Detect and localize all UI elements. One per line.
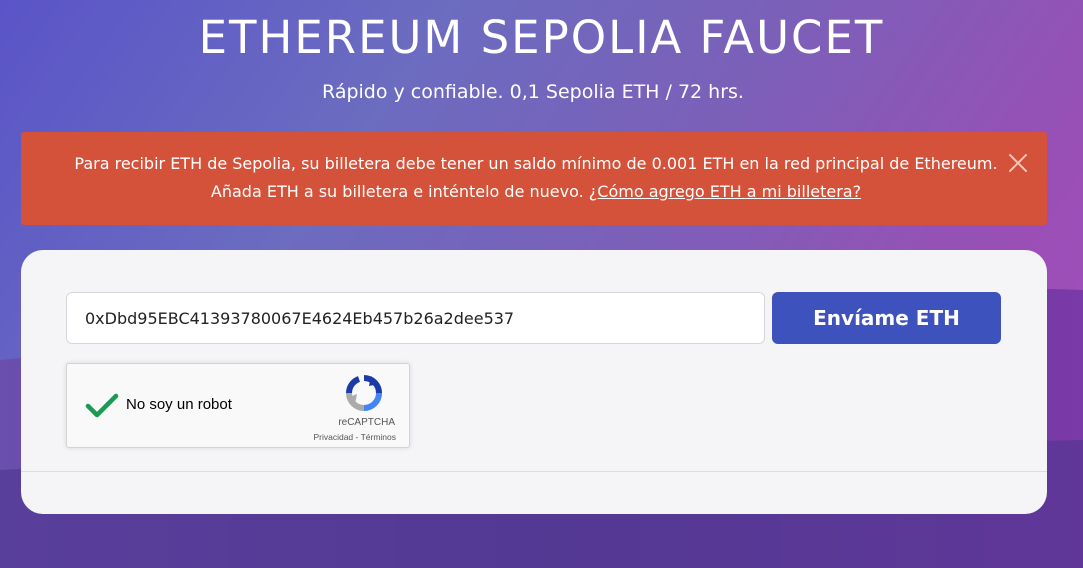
wallet-address-input[interactable]: [66, 292, 765, 344]
help-link[interactable]: ¿Cómo agrego ETH a mi billetera?: [589, 182, 861, 201]
links-separator: -: [353, 432, 361, 442]
page-subtitle: Rápido y confiable. 0,1 Sepolia ETH / 72…: [322, 81, 744, 103]
card-divider: [21, 471, 1047, 472]
error-alert: Para recibir ETH de Sepolia, su billeter…: [21, 132, 1047, 225]
close-icon[interactable]: [1007, 152, 1029, 174]
recaptcha-links: Privacidad - Términos: [313, 432, 396, 442]
recaptcha-brand: reCAPTCHA: [338, 417, 395, 428]
recaptcha-logo-icon: [345, 374, 383, 412]
recaptcha-label: No soy un robot: [126, 396, 232, 413]
page-title: ETHEREUM SEPOLIA FAUCET: [198, 11, 885, 64]
faucet-card: Envíame ETH No soy un robot reCAPTCHA Pr…: [21, 250, 1047, 514]
alert-message-block: Para recibir ETH de Sepolia, su billeter…: [71, 150, 1001, 206]
send-eth-button[interactable]: Envíame ETH: [772, 292, 1001, 344]
terms-link[interactable]: Términos: [361, 432, 396, 442]
checkmark-icon[interactable]: [85, 392, 119, 420]
privacy-link[interactable]: Privacidad: [313, 432, 353, 442]
recaptcha-widget: No soy un robot reCAPTCHA Privacidad - T…: [66, 363, 410, 448]
